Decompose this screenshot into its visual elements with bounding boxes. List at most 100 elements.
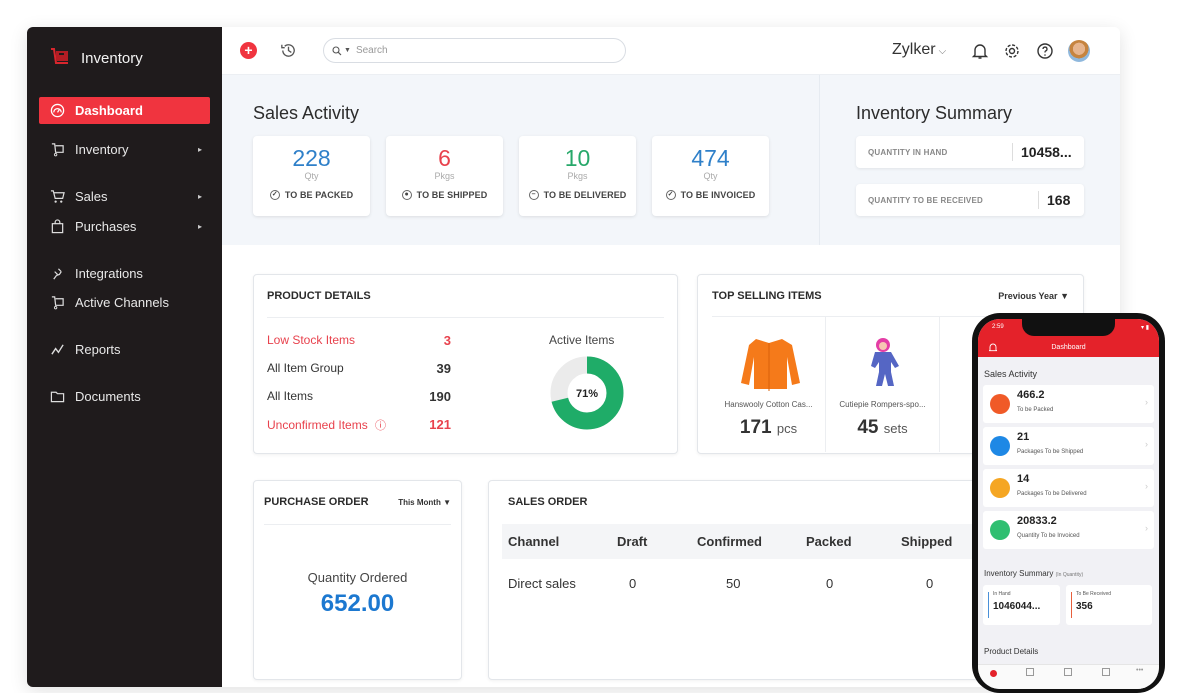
- chevron-right-icon: ›: [1145, 523, 1148, 533]
- phone-mockup: 2:59 ▾ ▮ Dashboard Sales Activity 466.2 …: [972, 313, 1165, 693]
- bell-icon[interactable]: [971, 42, 989, 60]
- help-icon[interactable]: [1036, 42, 1054, 60]
- phone-title: Dashboard: [1051, 344, 1086, 351]
- period-dropdown[interactable]: This Month ▼: [398, 498, 451, 507]
- row-label: QUANTITY IN HAND: [868, 147, 948, 157]
- submenu-arrow-icon: ▸: [197, 222, 202, 231]
- low-stock-items-row[interactable]: Low Stock Items 3: [267, 333, 451, 348]
- phone-sales-activity-title: Sales Activity: [984, 369, 1038, 379]
- tab-more-icon[interactable]: •••: [1136, 667, 1143, 674]
- sidebar-item-documents[interactable]: Documents: [39, 383, 210, 410]
- phone-header: 2:59 ▾ ▮ Dashboard: [978, 319, 1159, 357]
- topbar: + ▼ Search Zylker ⌵: [222, 27, 1120, 75]
- avatar[interactable]: [1068, 40, 1090, 62]
- gear-icon[interactable]: [1003, 42, 1021, 60]
- column-header: Channel: [508, 534, 560, 549]
- phone-product-details-title: Product Details: [984, 647, 1039, 656]
- phone-card-to-be-invoiced[interactable]: 20833.2 Quantity To be Invoiced ›: [983, 511, 1154, 549]
- card-value: 10: [564, 145, 591, 171]
- caret-down-icon: ▼: [443, 498, 451, 507]
- sales-card-to-be-delivered[interactable]: 10 Pkgs – TO BE DELIVERED: [519, 136, 636, 216]
- sidebar-item-inventory[interactable]: Inventory ▸: [39, 136, 210, 163]
- to-receive-label: To Be Received: [1076, 591, 1112, 597]
- sidebar-item-sales[interactable]: Sales ▸: [39, 183, 210, 210]
- inventory-icon: [49, 142, 65, 158]
- sales-card-to-be-invoiced[interactable]: 474 Qty ✓ TO BE INVOICED: [652, 136, 769, 216]
- phone-status-icons: ▾ ▮: [1141, 325, 1149, 331]
- tab-dashboard-icon[interactable]: [990, 670, 997, 677]
- period-value: This Month: [398, 498, 441, 507]
- org-switcher[interactable]: Zylker ⌵: [892, 41, 946, 59]
- phone-screen: 2:59 ▾ ▮ Dashboard Sales Activity 466.2 …: [978, 319, 1159, 689]
- item-unit: sets: [883, 421, 908, 436]
- reports-icon: [49, 342, 65, 358]
- card-label: Quantity To be Invoiced: [1017, 533, 1080, 539]
- search-filter-caret-icon[interactable]: ▼: [344, 47, 351, 54]
- sidebar-item-active-channels[interactable]: Active Channels: [39, 289, 210, 316]
- cardigan-image: [740, 339, 800, 391]
- period-dropdown[interactable]: Previous Year ▼: [998, 291, 1069, 301]
- chevron-down-icon: ⌵: [938, 46, 947, 57]
- phone-inventory-title: Inventory Summary (In Quantity): [984, 569, 1084, 578]
- item-unit: pcs: [776, 421, 798, 436]
- card-value: 14: [1017, 473, 1030, 485]
- in-hand-value: 1046044...: [993, 601, 1041, 612]
- column-header: Shipped: [901, 534, 953, 549]
- org-name: Zylker: [892, 41, 936, 58]
- brand[interactable]: Inventory: [49, 47, 143, 69]
- check-circle-icon: ✓: [269, 190, 280, 200]
- sidebar-item-dashboard[interactable]: Dashboard: [39, 97, 210, 124]
- row-value: 121: [429, 417, 451, 432]
- folder-icon: [49, 389, 65, 405]
- submenu-arrow-icon: ▸: [197, 192, 202, 201]
- all-items-row[interactable]: All Items 190: [267, 389, 451, 404]
- sidebar-item-label: Sales: [75, 189, 108, 204]
- sales-card-to-be-packed[interactable]: 228 Qty ✓ TO BE PACKED: [253, 136, 370, 216]
- phone-card-to-be-delivered[interactable]: 14 Packages To be Delivered ›: [983, 469, 1154, 507]
- row-value: 168: [1038, 191, 1084, 209]
- top-selling-item[interactable]: Cutiepie Rompers-spo... 45 sets: [826, 317, 940, 452]
- truck-circle-icon: ●: [401, 190, 412, 200]
- unconfirmed-items-row[interactable]: Unconfirmed Items ⓘ 121: [267, 417, 451, 433]
- sidebar-item-label: Purchases: [75, 219, 137, 234]
- card-label: TO BE SHIPPED: [416, 190, 488, 200]
- app-window: Inventory Dashboard Inventory ▸ Sales ▸ …: [27, 27, 1120, 687]
- row-label: Unconfirmed Items: [267, 418, 368, 432]
- sidebar-item-purchases[interactable]: Purchases ▸: [39, 213, 210, 240]
- top-selling-item[interactable]: Hanswooly Cotton Cas... 171 pcs: [712, 317, 826, 452]
- search-input[interactable]: ▼ Search: [323, 38, 626, 63]
- card-value: 228: [292, 145, 331, 171]
- brand-name: Inventory: [81, 49, 143, 67]
- product-details-title: PRODUCT DETAILS: [267, 290, 371, 302]
- donut-percent-label: 71%: [576, 388, 598, 400]
- row-label: Low Stock Items: [267, 333, 356, 347]
- quick-create-button[interactable]: +: [240, 42, 257, 59]
- sidebar-item-label: Dashboard: [75, 103, 143, 118]
- confirmed-cell: 50: [726, 576, 741, 591]
- card-unit: Pkgs: [567, 171, 588, 181]
- phone-card-to-be-shipped[interactable]: 21 Packages To be Shipped ›: [983, 427, 1154, 465]
- item-name: Hanswooly Cotton Cas...: [724, 400, 813, 409]
- item-qty: 171: [739, 417, 772, 438]
- chevron-right-icon: ›: [1145, 481, 1148, 491]
- history-icon[interactable]: [279, 41, 298, 60]
- card-label: Packages To be Delivered: [1017, 491, 1087, 497]
- inventory-summary-title: Inventory Summary: [856, 103, 1013, 123]
- check-circle-icon: ✓: [665, 190, 676, 200]
- phone-card-to-be-packed[interactable]: 466.2 To be Packed ›: [983, 385, 1154, 423]
- sales-card-to-be-shipped[interactable]: 6 Pkgs ● TO BE SHIPPED: [386, 136, 503, 216]
- minus-circle-icon: –: [528, 190, 539, 200]
- sidebar-item-label: Active Channels: [75, 295, 169, 310]
- sidebar-item-label: Inventory: [75, 142, 129, 157]
- info-icon[interactable]: ⓘ: [375, 420, 386, 432]
- shipped-cell: 0: [926, 576, 934, 591]
- row-value: 10458...: [1012, 143, 1084, 161]
- draft-cell: 0: [629, 576, 637, 591]
- sales-order-title: SALES ORDER: [508, 496, 588, 508]
- truck-icon: [990, 436, 1010, 456]
- sidebar-item-integrations[interactable]: Integrations: [39, 260, 210, 287]
- all-item-group-row[interactable]: All Item Group 39: [267, 361, 451, 376]
- column-header: Confirmed: [697, 534, 762, 549]
- inventory-logo-icon: [51, 48, 68, 64]
- sidebar-item-reports[interactable]: Reports: [39, 336, 210, 363]
